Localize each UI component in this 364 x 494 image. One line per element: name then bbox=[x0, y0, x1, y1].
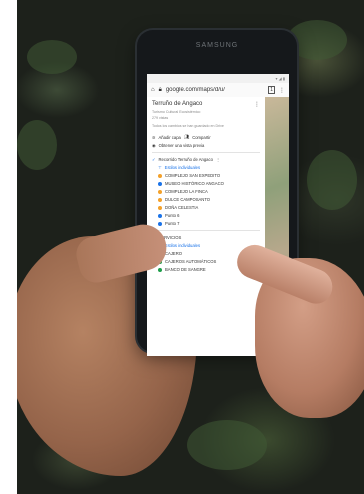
place-marker-icon bbox=[158, 173, 162, 178]
layer-style-link[interactable]: ⊤ Estilos individuales bbox=[152, 165, 260, 170]
place-item[interactable]: MUSEO HISTÓRICO ANGACO bbox=[152, 181, 260, 186]
saved-note: Todos los cambios se han guardado en Dri… bbox=[152, 124, 224, 128]
layer-style[interactable]: Estilos individuales bbox=[165, 243, 200, 248]
place-marker-icon bbox=[158, 181, 162, 186]
home-icon[interactable]: ⌂ bbox=[151, 87, 155, 93]
plant-leaf bbox=[27, 40, 77, 74]
place-item[interactable]: COMPLEJO SAN EXPEDITO bbox=[152, 173, 260, 178]
layer-items: COMPLEJO SAN EXPEDITO MUSEO HISTÓRICO ANG… bbox=[152, 173, 260, 226]
divider bbox=[152, 230, 260, 231]
place-marker-icon bbox=[158, 205, 162, 210]
place-item[interactable]: Punto 6 bbox=[152, 213, 260, 218]
tab-count-badge[interactable]: 1 bbox=[268, 86, 275, 94]
place-label[interactable]: COMPLEJO SAN EXPEDITO bbox=[165, 173, 220, 178]
place-marker-icon bbox=[158, 267, 162, 272]
map-title-row: Terruño de Angaco ⋮ bbox=[152, 101, 260, 108]
plant-leaf bbox=[187, 420, 267, 470]
place-label[interactable]: CAJERO bbox=[165, 251, 182, 256]
url-text[interactable]: google.com/maps/d/u/ bbox=[166, 87, 264, 93]
place-label[interactable]: Punto 7 bbox=[165, 221, 179, 226]
preview-button[interactable]: Obtener una vista previa bbox=[159, 143, 205, 148]
layer-checkbox-icon[interactable]: ✓ bbox=[152, 157, 156, 162]
place-label[interactable]: CAJEROS AUTOMÁTICOS bbox=[165, 259, 216, 264]
share-icon[interactable]: 👥︎ bbox=[184, 134, 189, 140]
place-marker-icon bbox=[158, 189, 162, 194]
preview-row[interactable]: ◉ Obtener una vista previa bbox=[152, 143, 260, 148]
lock-icon: 🔒︎ bbox=[158, 86, 162, 93]
status-bar: ▾ ◢ ▮ bbox=[147, 74, 289, 83]
phone-brand: SAMSUNG bbox=[195, 42, 239, 49]
place-label[interactable]: COMPLEJO LA FINCA bbox=[165, 189, 208, 194]
browser-url-bar[interactable]: ⌂ 🔒︎ google.com/maps/d/u/ 1 ⋮ bbox=[147, 83, 289, 98]
map-title[interactable]: Terruño de Angaco bbox=[152, 101, 202, 108]
plant-leaf bbox=[17, 120, 57, 170]
place-marker-icon bbox=[158, 221, 162, 226]
place-item[interactable]: COMPLEJO LA FINCA bbox=[152, 189, 260, 194]
layer-header[interactable]: ✓ Recorrido Terruño de Angaco ⋮ bbox=[152, 157, 260, 162]
share-button[interactable]: Compartir bbox=[192, 135, 210, 140]
place-item[interactable]: DOÑA CELESTIA bbox=[152, 205, 260, 210]
place-label[interactable]: MUSEO HISTÓRICO ANGACO bbox=[165, 181, 224, 186]
photo-background: SAMSUNG ▾ ◢ ▮ ⌂ 🔒︎ google.com/maps/d/u/ … bbox=[17, 0, 364, 494]
map-options-icon[interactable]: ⋮ bbox=[254, 101, 260, 108]
paint-roller-icon: ⊤ bbox=[158, 165, 162, 170]
place-label[interactable]: DULCE CAMPOSANTO bbox=[165, 197, 210, 202]
map-legend-panel: Terruño de Angaco ⋮ Turismo Cultural Eco… bbox=[147, 97, 265, 356]
map-description: Turismo Cultural Ecosistémico bbox=[152, 110, 201, 114]
eye-icon: ◉ bbox=[152, 143, 156, 148]
place-item[interactable]: DULCE CAMPOSANTO bbox=[152, 197, 260, 202]
place-label[interactable]: DOÑA CELESTIA bbox=[165, 205, 198, 210]
layer-options-icon[interactable]: ⋮ bbox=[216, 157, 220, 162]
place-marker-icon bbox=[158, 197, 162, 202]
place-marker-icon bbox=[158, 213, 162, 218]
more-menu-icon[interactable]: ⋮ bbox=[279, 87, 285, 94]
plant-leaf bbox=[307, 150, 357, 210]
layer-header[interactable]: ✓ SERVICIOS bbox=[152, 235, 260, 240]
place-label[interactable]: BANCO DE SANGRE bbox=[165, 267, 206, 272]
layer-style[interactable]: Estilos individuales bbox=[165, 165, 200, 170]
place-label[interactable]: Punto 6 bbox=[165, 213, 179, 218]
place-item[interactable]: Punto 7 bbox=[152, 221, 260, 226]
divider bbox=[152, 152, 260, 153]
layer-actions: ≋ Añadir capa 👥︎ Compartir bbox=[152, 134, 260, 140]
map-views: 279 vistas bbox=[152, 116, 169, 120]
layer-name[interactable]: Recorrido Terruño de Angaco bbox=[159, 157, 213, 162]
add-layer-button[interactable]: Añadir capa bbox=[159, 135, 181, 140]
add-layer-icon[interactable]: ≋ bbox=[152, 135, 156, 140]
